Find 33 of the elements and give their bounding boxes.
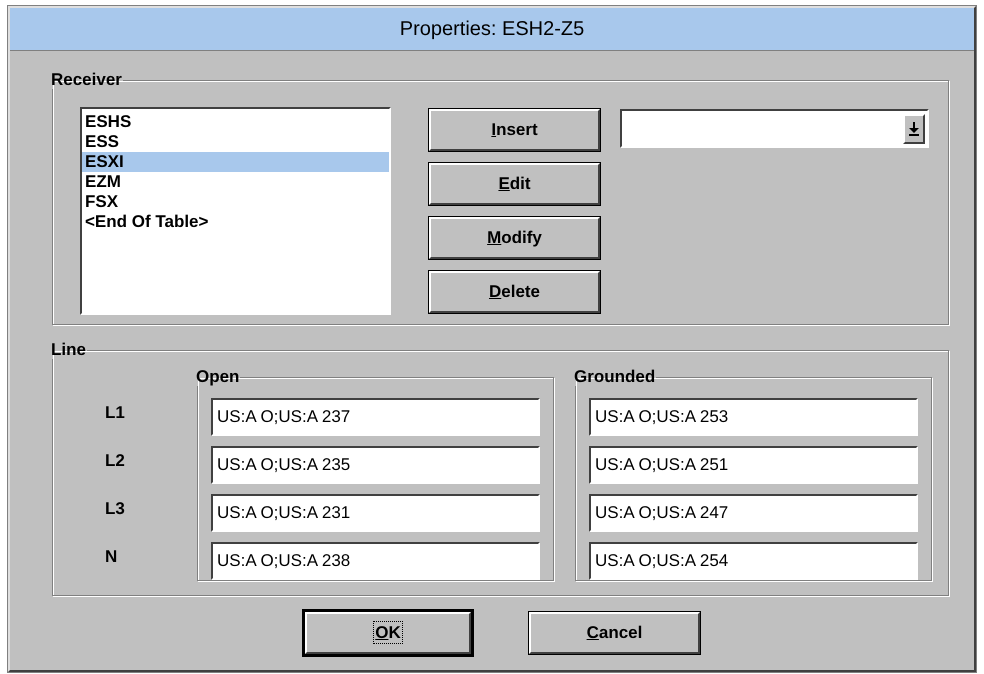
dropdown-button[interactable] (903, 114, 925, 144)
action-button[interactable]: Delete (429, 271, 600, 313)
action-button[interactable]: Insert (429, 109, 600, 151)
input-field[interactable]: US:A O;US:A 254 (589, 542, 918, 580)
input-field[interactable]: US:A O;US:A 253 (589, 398, 918, 436)
group-label: Line (50, 341, 87, 359)
list-item[interactable]: ESXI (82, 152, 389, 172)
input-field[interactable]: US:A O;US:A 231 (211, 494, 540, 532)
list-item[interactable]: ESHS (82, 112, 389, 132)
input-field[interactable]: US:A O;US:A 238 (211, 542, 540, 580)
window-title: Properties: ESH2-Z5 (10, 8, 974, 51)
group-label: Open (195, 368, 240, 386)
row-label: L3 (104, 498, 126, 520)
list-item[interactable]: ESS (82, 132, 389, 152)
dialog-button[interactable]: Cancel (529, 612, 700, 654)
group-label: Receiver (50, 71, 123, 89)
dropdown-field[interactable] (620, 109, 929, 148)
action-button[interactable]: Modify (429, 217, 600, 259)
row-label: N (104, 546, 118, 568)
input-field[interactable]: US:A O;US:A 237 (211, 398, 540, 436)
row-label: L2 (104, 450, 126, 472)
input-field[interactable]: US:A O;US:A 235 (211, 446, 540, 484)
input-field[interactable]: US:A O;US:A 247 (589, 494, 918, 532)
down-arrow-icon (909, 122, 919, 136)
row-label: L1 (104, 402, 126, 424)
action-button[interactable]: Edit (429, 163, 600, 205)
default-button[interactable]: OK (305, 612, 471, 654)
group-label: Grounded (573, 368, 656, 386)
list-item[interactable]: <End Of Table> (82, 212, 389, 232)
list-item[interactable]: FSX (82, 192, 389, 212)
receiver-list[interactable]: ESHS ESS ESXI EZM FSX <End Of Table> (80, 107, 391, 315)
input-field[interactable]: US:A O;US:A 251 (589, 446, 918, 484)
list-item[interactable]: EZM (82, 172, 389, 192)
